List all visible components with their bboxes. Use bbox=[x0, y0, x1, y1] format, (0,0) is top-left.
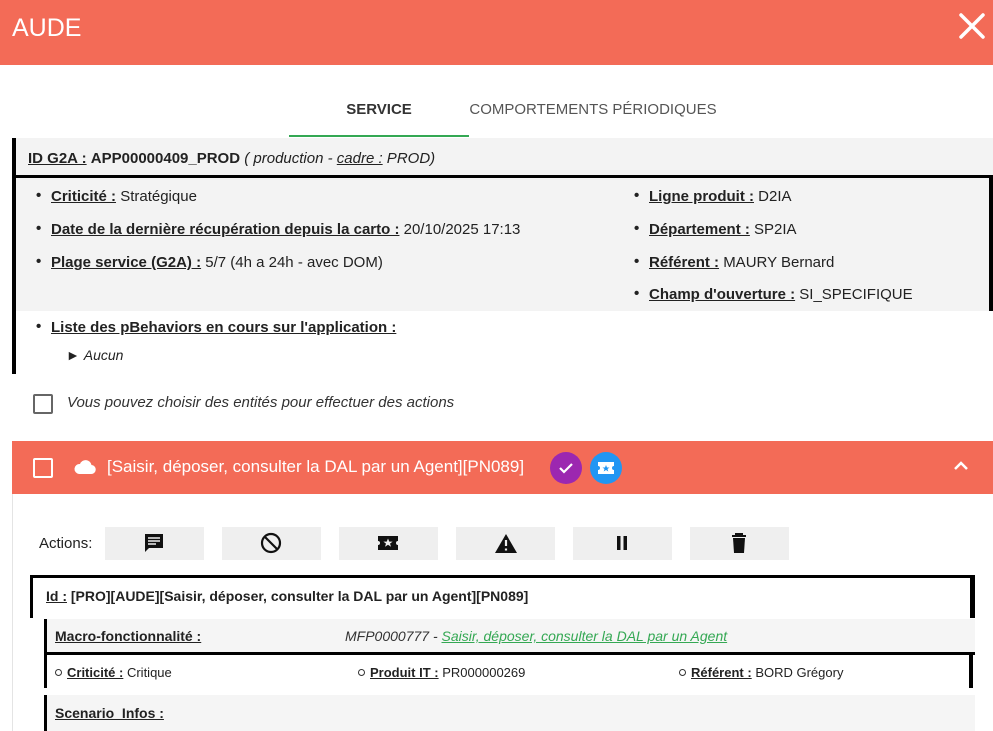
chevron-up-icon[interactable] bbox=[953, 459, 969, 471]
app-header: AUDE bbox=[0, 0, 993, 65]
check-icon bbox=[559, 463, 573, 474]
triangle-right-icon: ► bbox=[66, 347, 80, 363]
ticket-icon bbox=[378, 536, 398, 550]
application-details: Criticité : Stratégique Date de la derni… bbox=[16, 175, 993, 311]
entity-referent: Référent : BORD Grégory bbox=[678, 665, 844, 680]
pbehaviors-toggle[interactable]: ► Aucun bbox=[66, 347, 123, 363]
actions-label: Actions: bbox=[39, 535, 93, 552]
comment-button[interactable] bbox=[105, 527, 204, 560]
alert-button[interactable] bbox=[456, 527, 555, 560]
entity-panel-header[interactable]: [Saisir, déposer, consulter la DAL par u… bbox=[12, 441, 993, 494]
cloud-icon bbox=[74, 460, 96, 475]
departement-item: Département : SP2IA bbox=[634, 220, 797, 238]
criticite-item: Criticité : Stratégique bbox=[36, 187, 197, 205]
entity-details: Id : [PRO][AUDE][Saisir, déposer, consul… bbox=[30, 575, 975, 731]
ticket-icon bbox=[598, 462, 614, 474]
macro-link[interactable]: Saisir, déposer, consulter la DAL par un… bbox=[442, 628, 728, 644]
entity-title: [Saisir, déposer, consulter la DAL par u… bbox=[107, 457, 525, 476]
entity-checkbox[interactable] bbox=[33, 458, 53, 478]
comment-icon bbox=[145, 534, 163, 552]
entity-produit-it: Produit IT : PR000000269 bbox=[357, 665, 526, 680]
entity-criticite: Criticité : Critique bbox=[55, 665, 172, 680]
pbehaviors-item: Liste des pBehaviors en cours sur l'appl… bbox=[36, 318, 396, 336]
date-item: Date de la dernière récupération depuis … bbox=[36, 220, 520, 238]
selection-hint: Vous pouvez choisir des entités pour eff… bbox=[67, 394, 455, 411]
check-badge[interactable] bbox=[550, 452, 582, 484]
ticket-badge[interactable] bbox=[590, 452, 622, 484]
tab-service[interactable]: SERVICE bbox=[289, 90, 469, 137]
ligne-produit-item: Ligne produit : D2IA bbox=[634, 187, 791, 205]
tab-bar: SERVICE COMPORTEMENTS PÉRIODIQUES bbox=[0, 90, 993, 137]
scenario-infos: Scenario_Infos : bbox=[44, 695, 975, 731]
macro-fonctionnalite: Macro-fonctionnalité : MFP0000777 - Sais… bbox=[44, 619, 975, 655]
delete-button[interactable] bbox=[690, 527, 789, 560]
tab-comportements-periodiques[interactable]: COMPORTEMENTS PÉRIODIQUES bbox=[469, 90, 717, 137]
warning-icon bbox=[495, 534, 517, 553]
cancel-button[interactable] bbox=[222, 527, 321, 560]
application-id: ID G2A : APP00000409_PROD ( production -… bbox=[16, 138, 993, 178]
referent-item: Référent : MAURY Bernard bbox=[634, 253, 834, 271]
select-all-checkbox[interactable] bbox=[33, 394, 53, 414]
delete-icon bbox=[732, 533, 746, 553]
ticket-button[interactable] bbox=[339, 527, 438, 560]
pause-button[interactable] bbox=[573, 527, 672, 560]
close-icon[interactable] bbox=[956, 10, 988, 42]
entity-id: Id : [PRO][AUDE][Saisir, déposer, consul… bbox=[30, 575, 975, 618]
app-title: AUDE bbox=[12, 14, 82, 42]
champ-ouverture-item: Champ d'ouverture : SI_SPECIFIQUE bbox=[634, 285, 913, 303]
cancel-icon bbox=[260, 532, 282, 554]
pause-icon bbox=[617, 536, 627, 550]
plage-item: Plage service (G2A) : 5/7 (4h a 24h - av… bbox=[36, 253, 383, 271]
application-info: ID G2A : APP00000409_PROD ( production -… bbox=[12, 138, 993, 374]
pbehaviors-section: Liste des pBehaviors en cours sur l'appl… bbox=[16, 311, 993, 374]
